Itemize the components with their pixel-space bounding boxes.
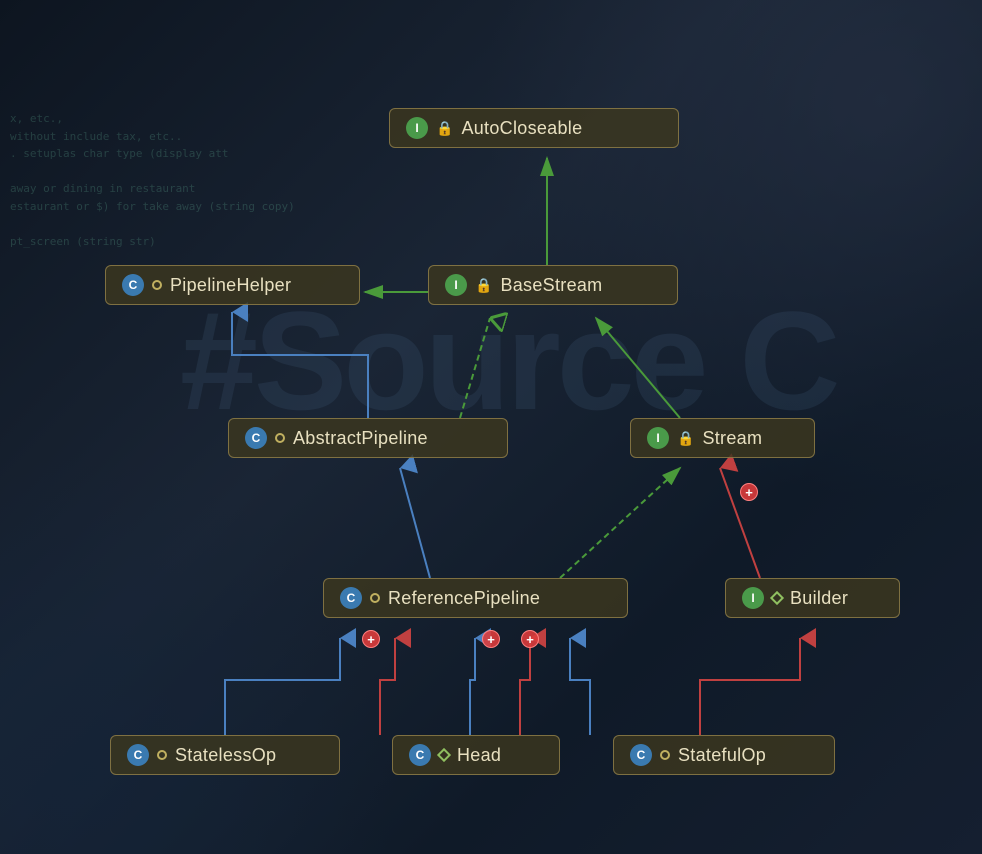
label-statelessop: StatelessOp bbox=[175, 745, 276, 766]
label-stream: Stream bbox=[702, 428, 762, 449]
label-statefulop: StatefulOp bbox=[678, 745, 766, 766]
label-head: Head bbox=[457, 745, 501, 766]
badge-basestream: I bbox=[445, 274, 467, 296]
node-autocloseable: I 🔒 AutoCloseable bbox=[389, 108, 679, 148]
plus-badge-4: + bbox=[740, 483, 758, 501]
node-statefulop: C StatefulOp bbox=[613, 735, 835, 775]
lock-icon-basestream: 🔒 bbox=[475, 277, 492, 294]
label-autocloseable: AutoCloseable bbox=[461, 118, 582, 139]
circle-icon-statelessop bbox=[157, 750, 167, 760]
badge-statefulop: C bbox=[630, 744, 652, 766]
badge-autocloseable: I bbox=[406, 117, 428, 139]
lock-icon-stream: 🔒 bbox=[677, 430, 694, 447]
node-statelessop: C StatelessOp bbox=[110, 735, 340, 775]
badge-stream: I bbox=[647, 427, 669, 449]
node-abstractpipeline: C AbstractPipeline bbox=[228, 418, 508, 458]
node-basestream: I 🔒 BaseStream bbox=[428, 265, 678, 305]
node-stream: I 🔒 Stream bbox=[630, 418, 815, 458]
node-builder: I Builder bbox=[725, 578, 900, 618]
plus-badge-2: + bbox=[482, 630, 500, 648]
node-head: C Head bbox=[392, 735, 560, 775]
lock-icon-autocloseable: 🔒 bbox=[436, 120, 453, 137]
diamond-icon-builder bbox=[770, 591, 784, 605]
circle-icon-statefulop bbox=[660, 750, 670, 760]
diagram-container: I 🔒 AutoCloseable I 🔒 BaseStream C Pipel… bbox=[0, 0, 982, 854]
plus-badge-1: + bbox=[362, 630, 380, 648]
label-builder: Builder bbox=[790, 588, 848, 609]
node-referencepipeline: C ReferencePipeline bbox=[323, 578, 628, 618]
badge-statelessop: C bbox=[127, 744, 149, 766]
badge-referencepipeline: C bbox=[340, 587, 362, 609]
circle-icon-pipelinehelper bbox=[152, 280, 162, 290]
node-pipelinehelper: C PipelineHelper bbox=[105, 265, 360, 305]
circle-icon-abstractpipeline bbox=[275, 433, 285, 443]
badge-pipelinehelper: C bbox=[122, 274, 144, 296]
badge-builder: I bbox=[742, 587, 764, 609]
diamond-icon-head bbox=[437, 748, 451, 762]
label-referencepipeline: ReferencePipeline bbox=[388, 588, 540, 609]
label-basestream: BaseStream bbox=[500, 275, 602, 296]
plus-badge-3: + bbox=[521, 630, 539, 648]
label-pipelinehelper: PipelineHelper bbox=[170, 275, 291, 296]
badge-head: C bbox=[409, 744, 431, 766]
badge-abstractpipeline: C bbox=[245, 427, 267, 449]
circle-icon-referencepipeline bbox=[370, 593, 380, 603]
label-abstractpipeline: AbstractPipeline bbox=[293, 428, 428, 449]
